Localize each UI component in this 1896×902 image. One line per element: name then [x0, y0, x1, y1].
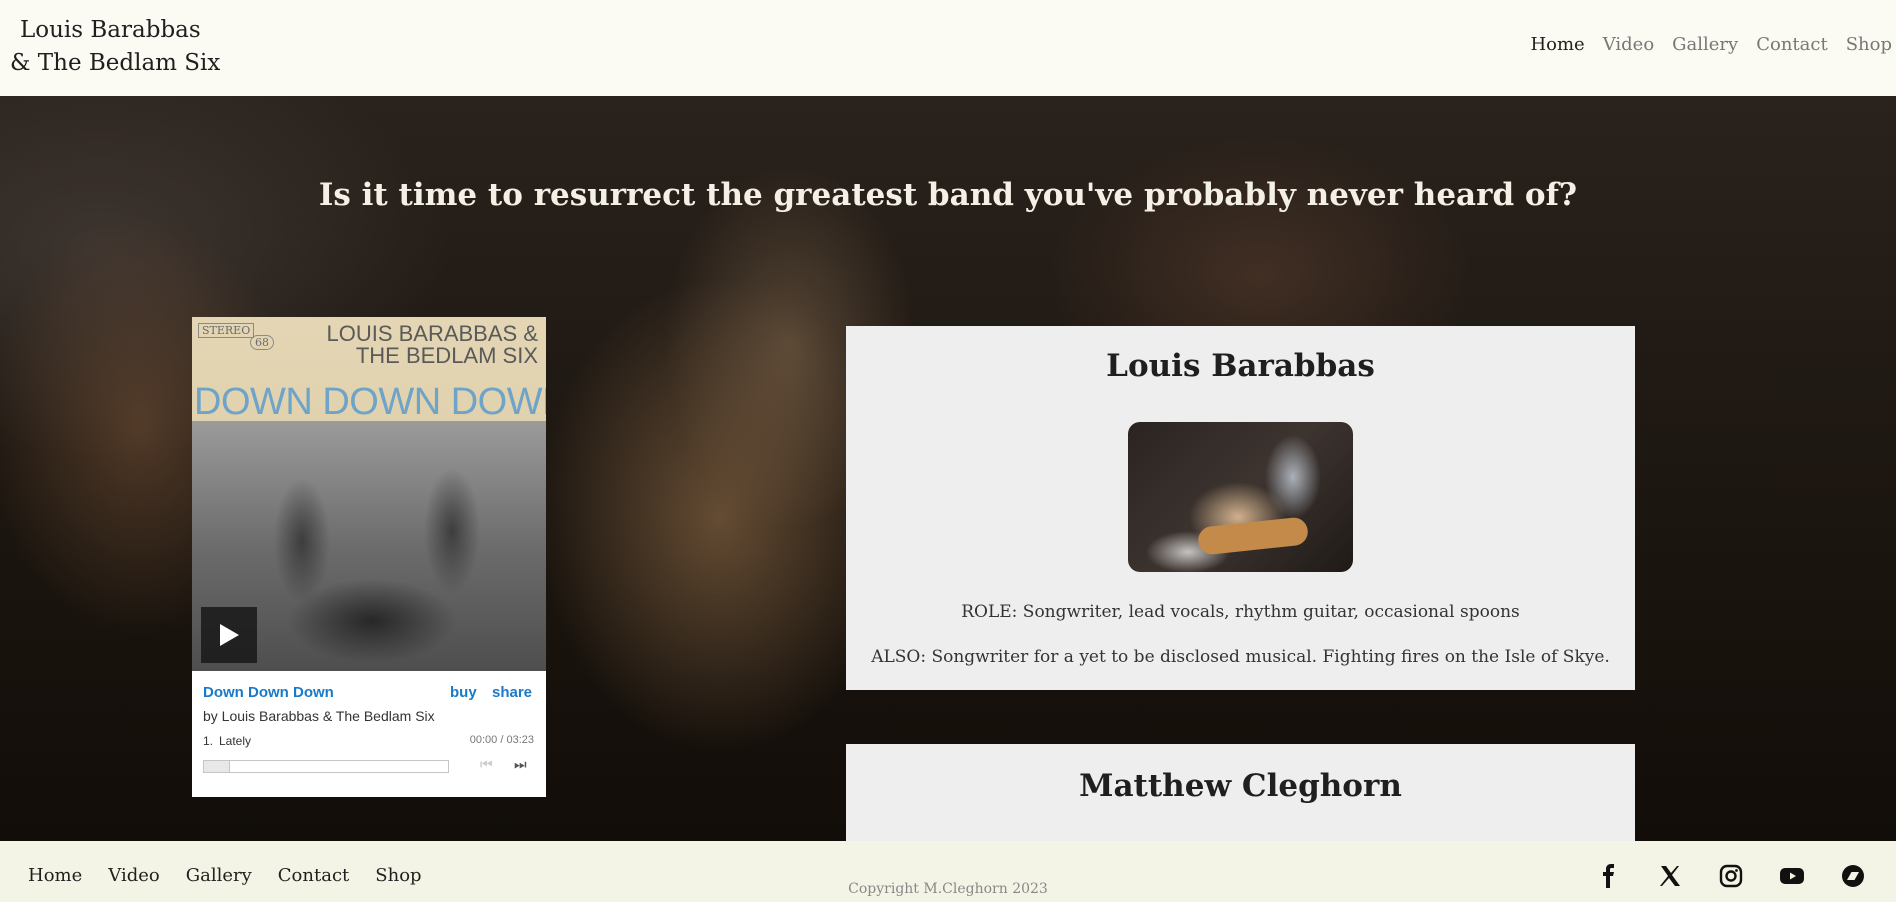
progress-bar[interactable]	[203, 760, 449, 773]
instagram-icon[interactable]	[1718, 863, 1744, 889]
share-link[interactable]: share	[492, 684, 532, 701]
cover-header: STEREO 68 LOUIS BARABBAS & THE BEDLAM SI…	[192, 317, 546, 424]
member-card: Matthew Cleghorn	[846, 744, 1635, 841]
nav-home[interactable]: Home	[1530, 34, 1584, 55]
artist-line: by Louis Barabbas & The Bedlam Six	[203, 708, 435, 724]
prev-track-icon[interactable]: ⏮	[480, 757, 493, 773]
track-number: 1.	[203, 734, 214, 748]
member-photo	[1128, 422, 1353, 572]
hero-title: Is it time to resurrect the greatest ban…	[318, 177, 1578, 213]
nav-contact[interactable]: Contact	[1756, 34, 1827, 55]
facebook-icon[interactable]	[1596, 863, 1622, 889]
site-header: Louis Barabbas & The Bedlam Six Home Vid…	[0, 0, 1896, 96]
play-icon	[220, 624, 239, 646]
site-logo[interactable]: Louis Barabbas & The Bedlam Six	[10, 14, 220, 80]
site-footer: Home Video Gallery Contact Shop Copyrigh…	[0, 841, 1896, 902]
track-name: Lately	[219, 734, 252, 748]
member-name: Matthew Cleghorn	[1079, 768, 1402, 804]
progress-handle[interactable]	[204, 761, 230, 772]
bandcamp-player: STEREO 68 LOUIS BARABBAS & THE BEDLAM SI…	[192, 317, 546, 797]
member-also: ALSO: Songwriter for a yet to be disclos…	[871, 647, 1610, 667]
play-button[interactable]	[201, 607, 257, 663]
youtube-icon[interactable]	[1779, 863, 1805, 889]
social-links	[1596, 863, 1866, 889]
nav-shop[interactable]: Shop	[1846, 34, 1892, 55]
x-icon[interactable]	[1657, 863, 1683, 889]
member-name: Louis Barabbas	[1106, 348, 1375, 384]
cover-number-badge: 68	[250, 335, 274, 350]
track-time: 00:00 / 03:23	[469, 734, 534, 746]
guitar-shape	[1196, 516, 1310, 556]
member-card: Louis Barabbas ROLE: Songwriter, lead vo…	[846, 326, 1635, 690]
logo-line-1[interactable]: Louis Barabbas	[10, 14, 220, 47]
nav-video[interactable]: Video	[1603, 34, 1654, 55]
bandcamp-icon[interactable]	[1840, 863, 1866, 889]
cover-stereo-label: STEREO	[198, 323, 255, 338]
album-cover[interactable]: STEREO 68 LOUIS BARABBAS & THE BEDLAM SI…	[192, 317, 546, 671]
buy-link[interactable]: buy	[450, 684, 477, 701]
member-role: ROLE: Songwriter, lead vocals, rhythm gu…	[961, 602, 1520, 622]
cover-band-name: LOUIS BARABBAS & THE BEDLAM SIX	[326, 321, 538, 368]
main-nav: Home Video Gallery Contact Shop	[1512, 34, 1892, 55]
cover-album-title: DOWN DOWN DOWN	[194, 381, 546, 423]
hero-section: Is it time to resurrect the greatest ban…	[0, 96, 1896, 841]
album-title-link[interactable]: Down Down Down	[203, 684, 334, 701]
logo-line-2[interactable]: & The Bedlam Six	[10, 47, 220, 80]
next-track-icon[interactable]: ⏭	[514, 757, 527, 773]
nav-gallery[interactable]: Gallery	[1672, 34, 1738, 55]
